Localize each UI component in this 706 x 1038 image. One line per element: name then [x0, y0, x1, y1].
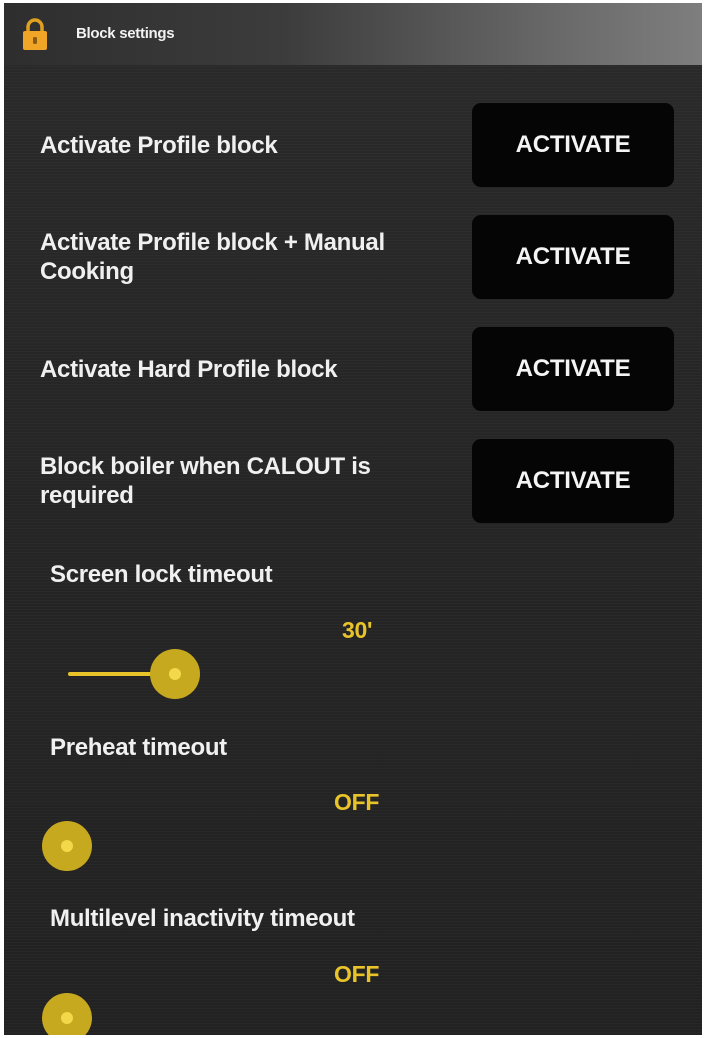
- screen-lock-timeout-label: Screen lock timeout: [50, 561, 273, 588]
- multilevel-inactivity-timeout-slider[interactable]: [42, 990, 662, 1035]
- profile-block-label: Activate Profile block: [40, 132, 278, 159]
- multilevel-inactivity-timeout-thumb[interactable]: [42, 993, 92, 1035]
- activate-profile-manual-cooking-button[interactable]: ACTIVATE: [472, 215, 674, 299]
- profile-block-manual-cooking-label: Activate Profile block + Manual Cooking: [40, 229, 385, 285]
- preheat-timeout-thumb[interactable]: [42, 821, 92, 871]
- preheat-timeout-value: OFF: [334, 789, 380, 815]
- thumb-dot: [169, 668, 181, 680]
- block-settings-screen: Block settings Activate Profile block AC…: [4, 3, 702, 1035]
- title-bar: Block settings: [4, 3, 702, 65]
- screen-lock-timeout-slider[interactable]: [42, 646, 662, 702]
- preheat-timeout-label: Preheat timeout: [50, 734, 227, 761]
- block-boiler-calout-label: Block boiler when CALOUT is required: [40, 453, 371, 509]
- activate-block-boiler-button[interactable]: ACTIVATE: [472, 439, 674, 523]
- screen-lock-timeout-value: 30': [342, 617, 373, 643]
- multilevel-inactivity-timeout-label: Multilevel inactivity timeout: [50, 905, 355, 932]
- lock-icon: [23, 18, 47, 50]
- hard-profile-block-label: Activate Hard Profile block: [40, 356, 338, 383]
- activate-profile-block-button[interactable]: ACTIVATE: [472, 103, 674, 187]
- preheat-timeout-slider[interactable]: [42, 818, 662, 874]
- multilevel-inactivity-timeout-value: OFF: [334, 961, 380, 987]
- thumb-dot: [61, 840, 73, 852]
- thumb-dot: [61, 1012, 73, 1024]
- page-title: Block settings: [76, 25, 175, 42]
- screen-lock-timeout-thumb[interactable]: [150, 649, 200, 699]
- activate-hard-profile-block-button[interactable]: ACTIVATE: [472, 327, 674, 411]
